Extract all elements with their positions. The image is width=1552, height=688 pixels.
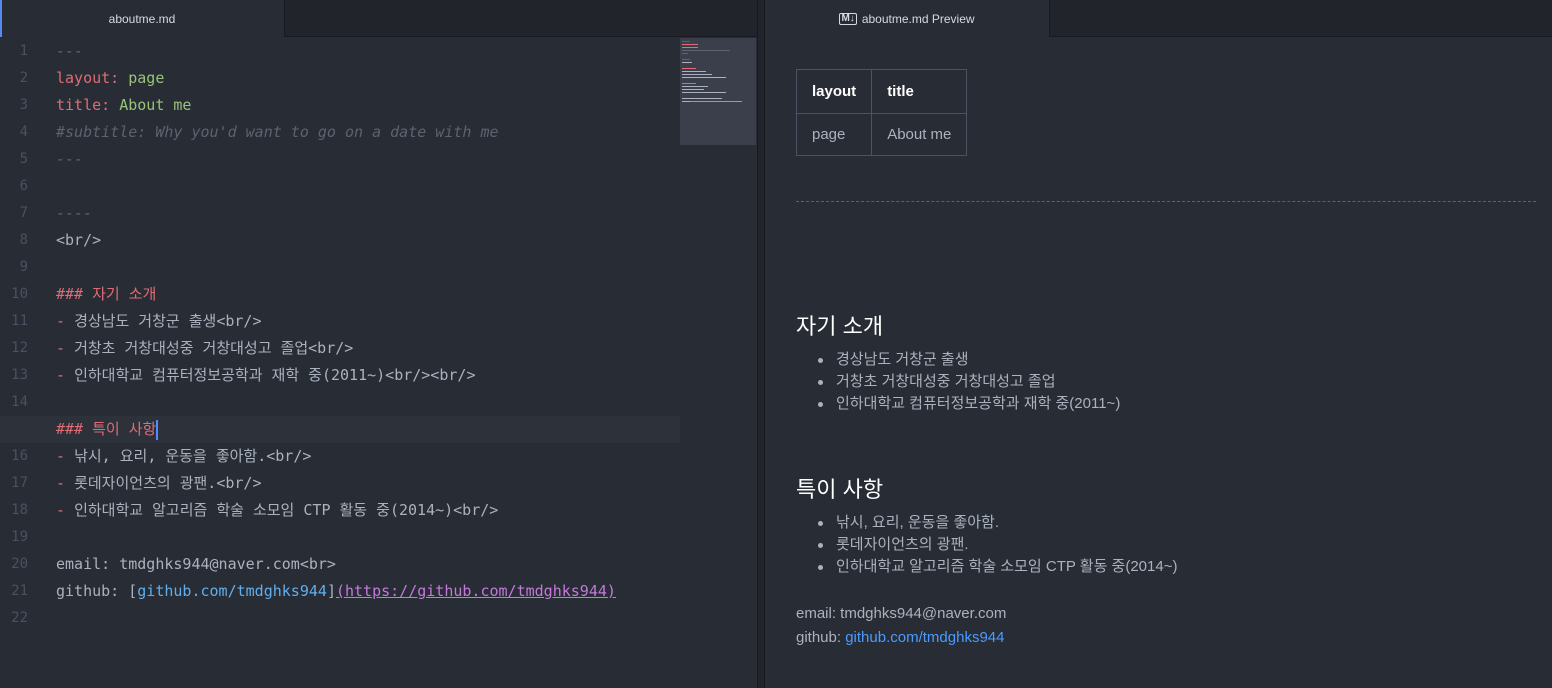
code-line[interactable]: github: [github.com/tmdghks944](https://… [56,578,680,605]
line-number: 6 [19,178,28,194]
line-number: 14 [11,394,28,410]
line-number-gutter: 1 2 3 4 5 6 7 8 9 10 11 12 13 14 15 16 1… [0,38,44,632]
horizontal-rule [796,201,1536,202]
line-number: 12 [11,340,28,356]
list-item: 경상남도 거창군 출생 [796,349,1120,371]
code-line[interactable]: --- [56,146,680,173]
github-link[interactable]: github.com/tmdghks944 [845,629,1004,646]
section-heading: 자기 소개 [796,314,884,339]
section-heading: 특이 사항 [796,477,884,502]
code-line[interactable]: email: tmdghks944@naver.com<br> [56,551,680,578]
preview-pane[interactable]: M↓ aboutme.md Preview layout title page … [765,0,1552,688]
line-number: 11 [11,313,28,329]
email-line: email: tmdghks944@naver.com [796,605,1007,622]
code-line[interactable]: --- [56,38,680,65]
code-line[interactable]: ---- [56,200,680,227]
code-line-current[interactable]: ### 특이 사항 [0,416,680,443]
markdown-preview: layout title page About me 자기 소개 경상남도 거창… [795,69,1536,646]
github-line: github: github.com/tmdghks944 [796,629,1005,646]
line-number: 20 [11,556,28,572]
text-cursor [156,419,159,440]
table-cell: About me [871,113,968,156]
code-line[interactable]: - 경상남도 거창군 출생<br/> [56,308,680,335]
line-number: 3 [19,97,28,113]
editor-tab-bar: aboutme.md [0,0,757,37]
line-number: 1 [19,43,28,59]
code-line[interactable]: #subtitle: Why you'd want to go on a dat… [56,119,680,146]
table-header: title [871,69,968,114]
tab-label: aboutme.md Preview [861,11,975,26]
tab-aboutme-md[interactable]: aboutme.md [0,0,285,37]
list-item: 거창초 거창대성중 거창대성고 졸업 [796,371,1120,393]
line-number: 7 [19,205,28,221]
line-number: 22 [11,610,28,626]
code-line[interactable]: layout: page [56,65,680,92]
code-line[interactable]: <br/> [56,227,680,254]
bullet-list: 낚시, 요리, 운동을 좋아함. 롯데자이언츠의 광팬. 인하대학교 알고리즘 … [796,512,1177,578]
line-number: 9 [19,259,28,275]
line-number: 10 [11,286,28,302]
pane-divider[interactable] [757,0,765,688]
line-number: 18 [11,502,28,518]
line-number: 21 [11,583,28,599]
editor-pane[interactable]: aboutme.md 1 2 3 4 5 6 7 8 9 10 11 12 13… [0,0,757,688]
code-line[interactable] [56,254,680,281]
table-header: layout [795,69,873,114]
line-number: 4 [19,124,28,140]
code-line[interactable]: title: About me [56,92,680,119]
code-line[interactable]: - 인하대학교 컴퓨터정보공학과 재학 중(2011~)<br/><br/> [56,362,680,389]
line-number: 17 [11,475,28,491]
markdown-icon: M↓ [839,12,857,25]
line-number: 8 [19,232,28,248]
code-line[interactable]: - 인하대학교 알고리즘 학술 소모임 CTP 활동 중(2014~)<br/> [56,497,680,524]
table-cell: page [795,113,873,156]
code-line[interactable]: - 롯데자이언츠의 광팬.<br/> [56,470,680,497]
front-matter-table: layout title page About me [795,69,968,156]
list-item: 롯데자이언츠의 광팬. [796,534,1177,556]
line-number: 13 [11,367,28,383]
line-number: 16 [11,448,28,464]
bullet-list: 경상남도 거창군 출생 거창초 거창대성중 거창대성고 졸업 인하대학교 컴퓨터… [796,349,1120,415]
code-line[interactable]: ### 자기 소개 [56,281,680,308]
tab-aboutme-preview[interactable]: M↓ aboutme.md Preview [765,0,1050,37]
code-line[interactable] [56,605,680,632]
code-line[interactable] [56,173,680,200]
line-number: 5 [19,151,28,167]
code-line[interactable] [56,524,680,551]
minimap[interactable] [680,38,756,145]
code-line[interactable]: - 낚시, 요리, 운동을 좋아함.<br/> [56,443,680,470]
line-number: 2 [19,70,28,86]
preview-tab-bar: M↓ aboutme.md Preview [765,0,1552,37]
code-editor[interactable]: --- layout: page title: About me #subtit… [0,38,680,632]
list-item: 인하대학교 컴퓨터정보공학과 재학 중(2011~) [796,393,1120,415]
list-item: 낚시, 요리, 운동을 좋아함. [796,512,1177,534]
code-line[interactable] [56,389,680,416]
line-number: 19 [11,529,28,545]
code-line[interactable]: - 거창초 거창대성중 거창대성고 졸업<br/> [56,335,680,362]
list-item: 인하대학교 알고리즘 학술 소모임 CTP 활동 중(2014~) [796,556,1177,578]
tab-label: aboutme.md [108,11,176,26]
